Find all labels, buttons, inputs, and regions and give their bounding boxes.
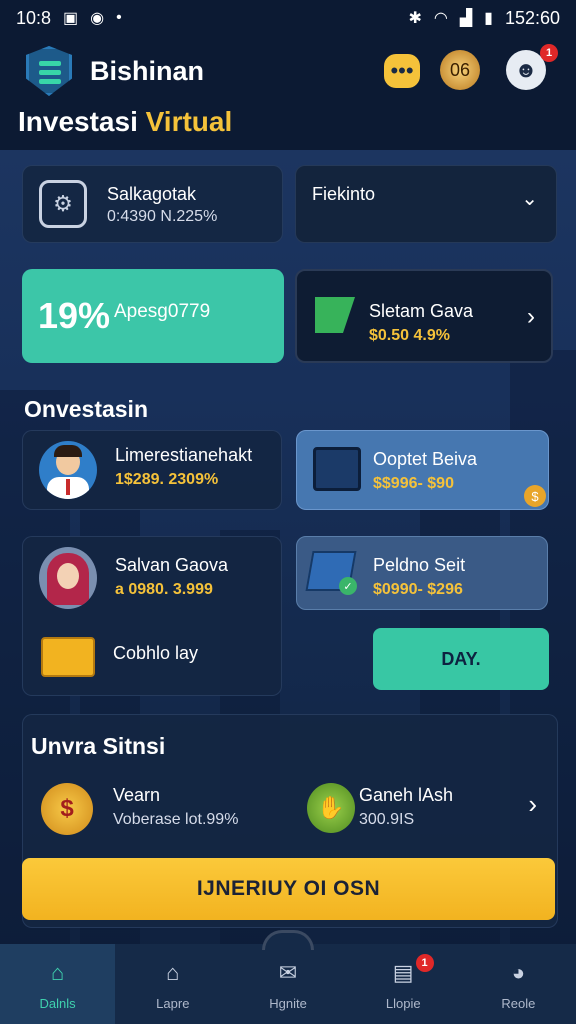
balance-highlight-card[interactable]: 19% Apesg0779 (22, 269, 284, 363)
wifi-icon: ◠ (433, 10, 448, 27)
status-bar: 10:8 ▣ ◉ • ✱ ◠ ▟ ▮ 152:60 (0, 0, 576, 36)
summary-card[interactable]: ⚙ Salkagotak 0:4390 N.225% (22, 165, 283, 243)
chevron-down-icon: ⌄ (521, 188, 538, 210)
safe-icon: ⚙ (39, 180, 87, 228)
money-sun-icon: $ (41, 783, 93, 835)
avatar-man (39, 441, 97, 499)
notification-icon: ▣ (63, 10, 79, 27)
page-title: Investasi Virtual (18, 106, 232, 138)
check-icon: ✓ (339, 577, 357, 595)
chevron-right-icon[interactable]: › (528, 789, 537, 820)
nav-item-profile[interactable]: ◕ Reole (461, 944, 576, 1024)
page-title-main: Investasi (18, 106, 138, 137)
app-notification-icon: ◉ (90, 10, 105, 27)
bottom-navigation: ⌂ Dalnls ⌂ Lapre ✉ Hgnite ▤ 1 Llopie ◕ R… (0, 944, 576, 1024)
primary-cta-button[interactable]: IJNERIUY OI OSN (22, 858, 555, 920)
nav-item-inbox[interactable]: ✉ Hgnite (230, 944, 345, 1024)
mail-icon: ✉ (278, 959, 298, 985)
app-header: Bishinan ••• 06 ☻ 1 Investasi Virtual (0, 36, 576, 150)
chevron-right-icon[interactable]: › (527, 303, 535, 331)
nav-label-home: Dalnls (39, 995, 76, 1011)
secondary-balance-card[interactable]: Sletam Gava $0.50 4.9% › (295, 269, 553, 363)
simulasi-left-subtitle: Voberase lot.99% (113, 811, 239, 828)
coin-badge-text: 06 (449, 59, 471, 80)
profile-icon: ◕ (511, 959, 526, 985)
battery-icon: ▮ (484, 10, 493, 27)
document-icon (313, 447, 361, 491)
nav-item-portfolio[interactable]: ⌂ Lapre (115, 944, 230, 1024)
chart-up-icon (315, 297, 355, 333)
avatar-woman (39, 547, 97, 609)
filter-dropdown[interactable]: Fiekinto ⌄ (295, 165, 557, 243)
investment-item-1[interactable]: Limerestianehakt 1$289. 2309% (22, 430, 282, 510)
nav-label-inbox: Hgnite (269, 995, 307, 1011)
investment-4-title: Peldno Seit (373, 555, 466, 575)
status-time-left: 10:8 (16, 7, 52, 28)
secondary-value: $0.50 4.9% (369, 327, 450, 344)
house-icon: ⌂ (166, 959, 180, 985)
investment-2-title: Ooptet Beiva (373, 449, 478, 469)
investment-3-title: Salvan Gaova (115, 555, 229, 575)
summary-subtitle: 0:4390 N.225% (107, 208, 218, 225)
bluetooth-icon: ✱ (408, 10, 422, 27)
nav-label-messages: Llopie (385, 995, 421, 1011)
summary-title: Salkagotak (107, 184, 197, 204)
app-logo-icon (26, 46, 72, 96)
dot-icon: • (116, 9, 122, 26)
nav-label-portfolio: Lapre (156, 995, 190, 1011)
simulasi-left-title: Vearn (113, 785, 161, 805)
investment-item-4[interactable]: ✓ Peldno Seit $0990- $296 (296, 536, 548, 610)
dropdown-label: Fiekinto (312, 184, 376, 204)
gift-box-icon (41, 637, 95, 677)
coin-badge-icon: $ (524, 485, 546, 507)
balance-label: Apesg0779 (114, 301, 211, 322)
nav-badge: 1 (415, 954, 434, 972)
investasi-section-title: Onvestasin (24, 396, 148, 422)
coin-icon[interactable]: 06 (440, 50, 480, 90)
nav-label-profile: Reole (501, 995, 536, 1011)
investment-item-2[interactable]: Ooptet Beiva $$996- $90 $ (296, 430, 549, 510)
app-name: Bishinan (90, 56, 205, 86)
chat-icon[interactable]: ••• (384, 54, 420, 88)
simulasi-right-title: Ganeh lAsh (359, 785, 454, 805)
notification-badge: 1 (540, 44, 558, 62)
investment-item-3[interactable]: Salvan Gaova a 0980. 3.999 Cobhlo lay (22, 536, 282, 696)
investment-4-value: $0990- $296 (373, 581, 463, 598)
balance-percent: 19% (38, 295, 111, 336)
investment-3-value: a 0980. 3.999 (115, 581, 213, 598)
simulasi-section-title: Unvra Sitnsi (31, 733, 166, 759)
investment-1-value: 1$289. 2309% (115, 471, 219, 488)
nav-item-home[interactable]: ⌂ Dalnls (0, 944, 116, 1024)
home-icon: ⌂ (50, 959, 65, 985)
investment-1-title: Limerestianehakt (115, 445, 253, 465)
investment-2-value: $$996- $90 (373, 475, 454, 492)
signal-icon: ▟ (459, 10, 473, 27)
secondary-title: Sletam Gava (369, 301, 474, 321)
status-time-right: 152:60 (504, 7, 560, 28)
nav-item-messages[interactable]: ▤ 1 Llopie (346, 944, 461, 1024)
page-title-accent: Virtual (145, 106, 233, 137)
bonus-label: Cobhlo lay (113, 643, 199, 663)
simulasi-right-subtitle: 300.9IS (359, 811, 415, 828)
hand-coin-icon: ✋ (307, 783, 355, 833)
day-button[interactable]: DAY. (373, 628, 549, 690)
